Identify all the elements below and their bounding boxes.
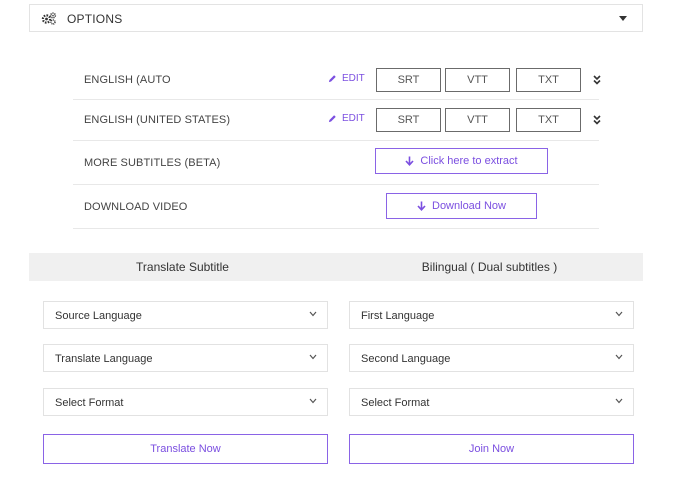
- bilingual-format-select[interactable]: Select Format: [349, 388, 634, 416]
- first-language-value: First Language: [361, 310, 435, 322]
- second-language-select[interactable]: Second Language: [349, 344, 634, 372]
- double-chevron-down-icon[interactable]: [593, 75, 601, 85]
- bilingual-format-value: Select Format: [361, 397, 430, 409]
- tab-translate-subtitle[interactable]: Translate Subtitle: [29, 253, 336, 281]
- first-language-select[interactable]: First Language: [349, 301, 634, 329]
- tab-bilingual[interactable]: Bilingual ( Dual subtitles ): [336, 253, 643, 281]
- download-vtt-button[interactable]: VTT: [445, 108, 510, 132]
- options-label: OPTIONS: [67, 12, 123, 26]
- chevron-down-icon: [615, 311, 623, 317]
- chevron-down-icon: [309, 311, 317, 317]
- arrow-down-icon: [405, 156, 414, 166]
- download-video-row: DOWNLOAD VIDEO Download Now: [73, 185, 599, 229]
- chevron-down-icon: [309, 398, 317, 404]
- chevron-down-icon: [615, 354, 623, 360]
- translate-format-value: Select Format: [55, 397, 124, 409]
- edit-link[interactable]: EDIT: [328, 73, 365, 84]
- second-language-value: Second Language: [361, 353, 451, 365]
- chevron-down-icon: [309, 354, 317, 360]
- pencil-icon: [328, 75, 336, 83]
- pencil-icon: [328, 115, 336, 123]
- translate-now-button[interactable]: Translate Now: [43, 434, 328, 464]
- extract-button-label: Click here to extract: [420, 155, 518, 167]
- translate-format-select[interactable]: Select Format: [43, 388, 328, 416]
- double-chevron-down-icon[interactable]: [593, 115, 601, 125]
- edit-label: EDIT: [342, 73, 365, 84]
- gears-icon: [41, 12, 57, 25]
- options-toggle[interactable]: OPTIONS: [29, 4, 643, 32]
- download-button-label: Download Now: [432, 200, 506, 212]
- source-language-value: Source Language: [55, 310, 142, 322]
- download-vtt-button[interactable]: VTT: [445, 68, 510, 92]
- join-now-button[interactable]: Join Now: [349, 434, 634, 464]
- more-subtitles-label: MORE SUBTITLES (BETA): [84, 157, 221, 169]
- subtitle-language-label: ENGLISH (AUTO: [84, 74, 171, 86]
- download-video-button[interactable]: Download Now: [386, 193, 537, 219]
- subtitle-row-english-auto: ENGLISH (AUTO EDIT SRT VTT TXT: [73, 61, 601, 100]
- caret-down-icon: [619, 16, 627, 21]
- download-video-label: DOWNLOAD VIDEO: [84, 201, 188, 213]
- source-language-select[interactable]: Source Language: [43, 301, 328, 329]
- download-txt-button[interactable]: TXT: [516, 108, 581, 132]
- subtitle-row-english-us: ENGLISH (UNITED STATES) EDIT SRT VTT TXT: [73, 100, 601, 141]
- arrow-down-icon: [417, 201, 426, 211]
- mode-tabs: Translate Subtitle Bilingual ( Dual subt…: [29, 253, 643, 281]
- translate-language-select[interactable]: Translate Language: [43, 344, 328, 372]
- download-txt-button[interactable]: TXT: [516, 68, 581, 92]
- chevron-down-icon: [615, 398, 623, 404]
- translate-language-value: Translate Language: [55, 353, 153, 365]
- edit-label: EDIT: [342, 113, 365, 124]
- extract-subtitles-button[interactable]: Click here to extract: [375, 148, 548, 174]
- download-srt-button[interactable]: SRT: [376, 108, 441, 132]
- edit-link[interactable]: EDIT: [328, 113, 365, 124]
- subtitle-language-label: ENGLISH (UNITED STATES): [84, 114, 231, 126]
- download-srt-button[interactable]: SRT: [376, 68, 441, 92]
- more-subtitles-row: MORE SUBTITLES (BETA) Click here to extr…: [73, 141, 599, 185]
